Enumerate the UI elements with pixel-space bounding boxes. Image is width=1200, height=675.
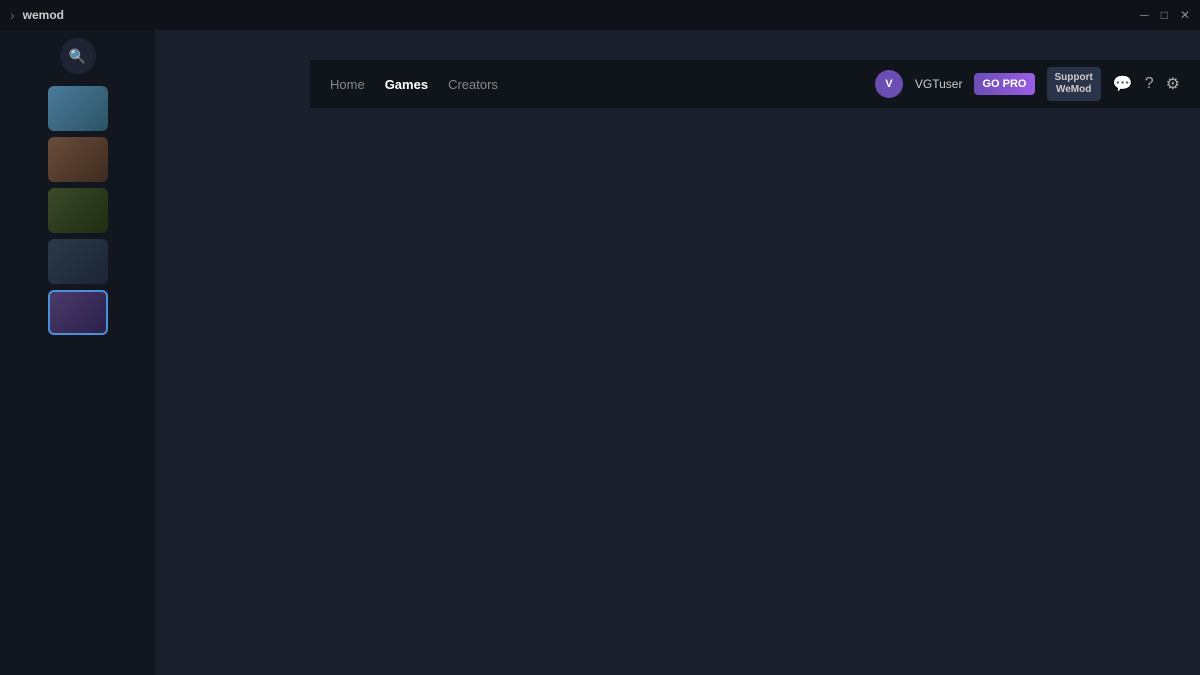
help-icon[interactable]: ? — [1145, 75, 1154, 93]
nav-creators[interactable]: Creators — [448, 73, 498, 96]
gopro-button[interactable]: GO PRO — [974, 73, 1034, 95]
discord-icon[interactable]: 💬 — [1113, 74, 1133, 94]
sidebar-thumb-1[interactable] — [48, 86, 108, 131]
minimize-button[interactable]: ─ — [1140, 8, 1149, 22]
nav-right: V VGTuser GO PRO SupportWeMod 💬 ? ⚙ — [875, 67, 1180, 101]
sidebar-thumb-3[interactable] — [48, 188, 108, 233]
user-avatar: V — [875, 70, 903, 98]
sidebar-thumb-4[interactable] — [48, 239, 108, 284]
titlebar: › wemod ─ □ ✕ — [0, 0, 1200, 30]
username: VGTuser — [915, 77, 963, 91]
titlebar-left: › wemod — [10, 7, 64, 23]
close-button[interactable]: ✕ — [1180, 8, 1190, 22]
main-area: Home Games Creators V VGTuser GO PRO Sup… — [155, 30, 1200, 675]
maximize-button[interactable]: □ — [1161, 8, 1168, 22]
nav-games[interactable]: Games — [385, 73, 428, 96]
nav-home[interactable]: Home — [330, 73, 365, 96]
settings-icon[interactable]: ⚙ — [1166, 74, 1180, 94]
window-controls: ─ □ ✕ — [1140, 8, 1190, 22]
sidebar-thumb-5[interactable] — [48, 290, 108, 335]
support-button[interactable]: SupportWeMod — [1047, 67, 1101, 101]
topnav: Home Games Creators V VGTuser GO PRO Sup… — [310, 60, 1200, 108]
search-button[interactable]: 🔍 — [60, 38, 96, 74]
app-layout: 🔍 Home Games Creators V VGTuser GO PRO S… — [0, 30, 1200, 675]
sidebar: 🔍 — [0, 30, 155, 675]
search-icon: 🔍 — [69, 48, 86, 65]
expand-icon[interactable]: › — [10, 7, 15, 23]
sidebar-thumb-2[interactable] — [48, 137, 108, 182]
app-logo: wemod — [23, 8, 64, 22]
